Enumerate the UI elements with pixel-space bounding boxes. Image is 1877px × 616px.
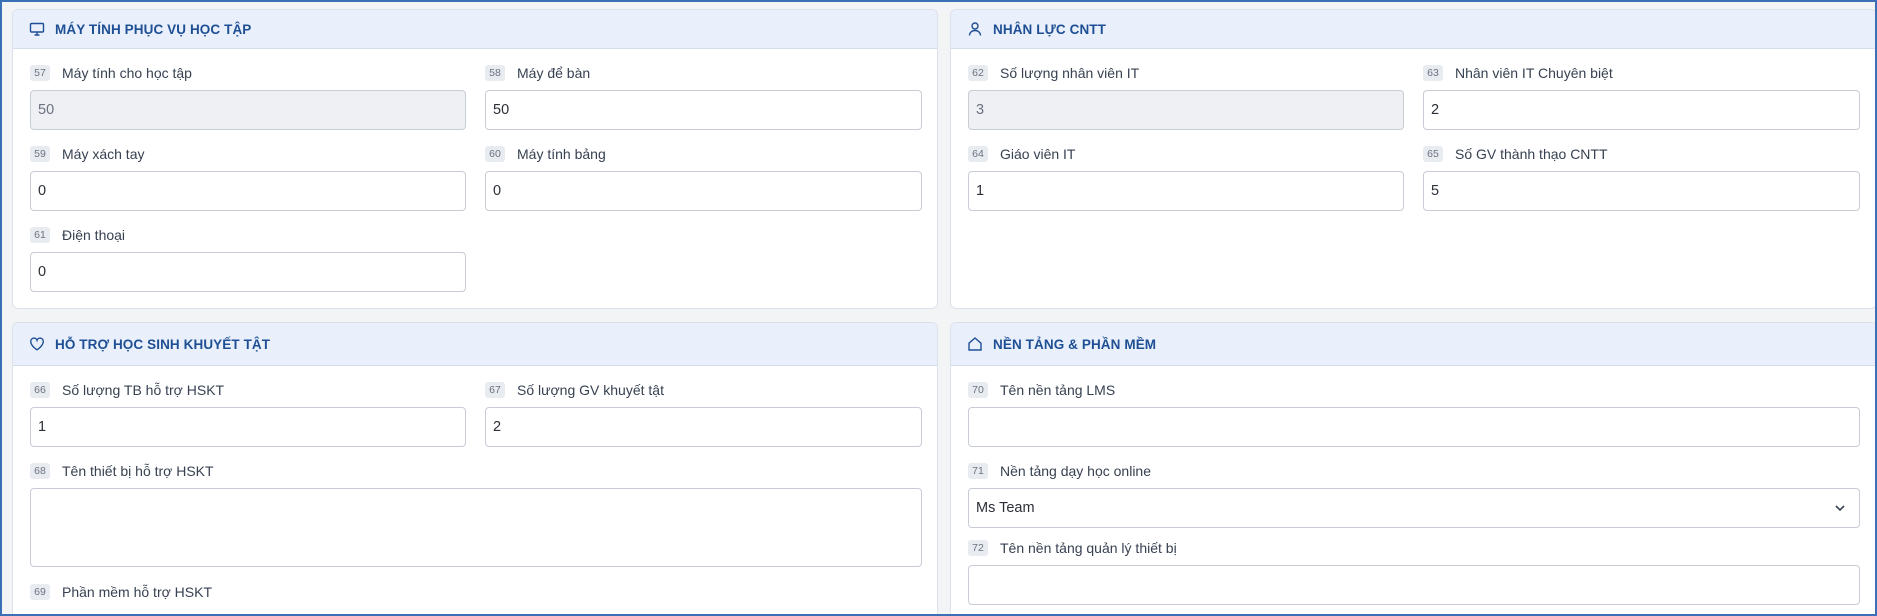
- field-70: 70 Tên nền tảng LMS: [968, 380, 1860, 450]
- field-64: 64 Giáo viên IT 1: [968, 144, 1404, 214]
- user-icon: [966, 20, 984, 38]
- card-disability-support: HỖ TRỢ HỌC SINH KHUYẾT TẬT 66 Số lượng TB…: [12, 322, 938, 614]
- card-title: NỀN TẢNG & PHẦN MỀM: [993, 336, 1157, 352]
- card-computers: MÁY TÍNH PHỤC VỤ HỌC TẬP 57 Máy tính cho …: [12, 9, 938, 309]
- card-title: MÁY TÍNH PHỤC VỤ HỌC TẬP: [55, 21, 252, 37]
- field-label: Tên thiết bị hỗ trợ HSKT: [62, 463, 214, 479]
- card-platforms: NỀN TẢNG & PHẦN MỀM 70 Tên nền tảng LMS 7…: [950, 322, 1875, 614]
- select-value: Ms Team: [976, 500, 1035, 516]
- phones-input[interactable]: 0: [30, 252, 466, 292]
- it-proficient-teachers-input[interactable]: 5: [1423, 171, 1860, 211]
- field-label: Nền tảng dạy học online: [1000, 463, 1151, 479]
- disability-devices-count-input[interactable]: 1: [30, 407, 466, 447]
- card-header: NHÂN LỰC CNTT: [951, 10, 1875, 49]
- online-teaching-platform-select[interactable]: Ms Team: [968, 488, 1860, 528]
- field-60: 60 Máy tính bảng 0: [485, 144, 922, 214]
- card-it-staff: NHÂN LỰC CNTT 62 Số lượng nhân viên IT 3 …: [950, 9, 1875, 309]
- field-number-badge: 60: [485, 146, 505, 162]
- field-label: Máy để bàn: [517, 65, 591, 81]
- card-title: HỖ TRỢ HỌC SINH KHUYẾT TẬT: [55, 336, 271, 352]
- tablets-input[interactable]: 0: [485, 171, 922, 211]
- chevron-down-icon: [1833, 501, 1847, 515]
- field-number-badge: 59: [30, 146, 50, 162]
- field-label: Máy tính bảng: [517, 146, 606, 162]
- field-label: Số lượng nhân viên IT: [1000, 65, 1140, 81]
- field-number-badge: 65: [1423, 146, 1443, 162]
- field-number-badge: 71: [968, 463, 988, 479]
- disabled-teachers-count-input[interactable]: 2: [485, 407, 922, 447]
- lms-platform-input[interactable]: [968, 407, 1860, 447]
- card-header: NỀN TẢNG & PHẦN MỀM: [951, 323, 1875, 366]
- field-label: Tên nền tảng LMS: [1000, 382, 1116, 398]
- field-65: 65 Số GV thành thạo CNTT 5: [1423, 144, 1860, 214]
- field-label: Tên nền tảng quản lý thiết bị: [1000, 540, 1177, 556]
- field-62: 62 Số lượng nhân viên IT 3: [968, 63, 1404, 133]
- field-63: 63 Nhân viên IT Chuyên biệt 2: [1423, 63, 1860, 133]
- field-label: Nhân viên IT Chuyên biệt: [1455, 65, 1613, 81]
- card-header: MÁY TÍNH PHỤC VỤ HỌC TẬP: [13, 10, 937, 49]
- field-label: Giáo viên IT: [1000, 146, 1076, 162]
- field-number-badge: 66: [30, 382, 50, 398]
- app-frame: MÁY TÍNH PHỤC VỤ HỌC TẬP 57 Máy tính cho …: [0, 0, 1877, 616]
- monitor-icon: [28, 20, 46, 38]
- field-number-badge: 70: [968, 382, 988, 398]
- field-69: 69 Phần mềm hỗ trợ HSKT: [30, 582, 922, 606]
- field-number-badge: 64: [968, 146, 988, 162]
- field-66: 66 Số lượng TB hỗ trợ HSKT 1: [30, 380, 466, 450]
- field-57: 57 Máy tính cho học tập 50: [30, 63, 466, 133]
- field-label: Số lượng GV khuyết tật: [517, 382, 664, 398]
- laptops-input[interactable]: 0: [30, 171, 466, 211]
- field-number-badge: 63: [1423, 65, 1443, 81]
- it-staff-count-input[interactable]: 3: [968, 90, 1404, 130]
- field-61: 61 Điện thoại 0: [30, 225, 466, 295]
- device-management-platform-input[interactable]: [968, 565, 1860, 605]
- heart-icon: [28, 335, 46, 353]
- disability-device-names-textarea[interactable]: [30, 488, 922, 567]
- computers-for-learning-input[interactable]: 50: [30, 90, 466, 130]
- field-71: 71 Nền tảng dạy học online Ms Team: [968, 461, 1860, 531]
- field-label: Phần mềm hỗ trợ HSKT: [62, 584, 213, 600]
- field-number-badge: 72: [968, 540, 988, 556]
- field-59: 59 Máy xách tay 0: [30, 144, 466, 214]
- field-58: 58 Máy để bàn 50: [485, 63, 922, 133]
- field-label: Máy tính cho học tập: [62, 65, 192, 81]
- field-67: 67 Số lượng GV khuyết tật 2: [485, 380, 922, 450]
- field-number-badge: 61: [30, 227, 50, 243]
- home-icon: [966, 335, 984, 353]
- field-number-badge: 58: [485, 65, 505, 81]
- it-teachers-input[interactable]: 1: [968, 171, 1404, 211]
- field-number-badge: 62: [968, 65, 988, 81]
- field-label: Số GV thành thạo CNTT: [1455, 146, 1608, 162]
- field-number-badge: 68: [30, 463, 50, 479]
- field-label: Máy xách tay: [62, 146, 145, 162]
- field-68: 68 Tên thiết bị hỗ trợ HSKT: [30, 461, 922, 571]
- card-header: HỖ TRỢ HỌC SINH KHUYẾT TẬT: [13, 323, 937, 366]
- field-label: Số lượng TB hỗ trợ HSKT: [62, 382, 225, 398]
- card-title: NHÂN LỰC CNTT: [993, 21, 1106, 37]
- field-label: Điện thoại: [62, 227, 126, 243]
- field-number-badge: 57: [30, 65, 50, 81]
- field-number-badge: 69: [30, 584, 50, 600]
- desktop-computers-input[interactable]: 50: [485, 90, 922, 130]
- specialized-it-staff-input[interactable]: 2: [1423, 90, 1860, 130]
- field-number-badge: 67: [485, 382, 505, 398]
- field-72: 72 Tên nền tảng quản lý thiết bị: [968, 538, 1860, 614]
